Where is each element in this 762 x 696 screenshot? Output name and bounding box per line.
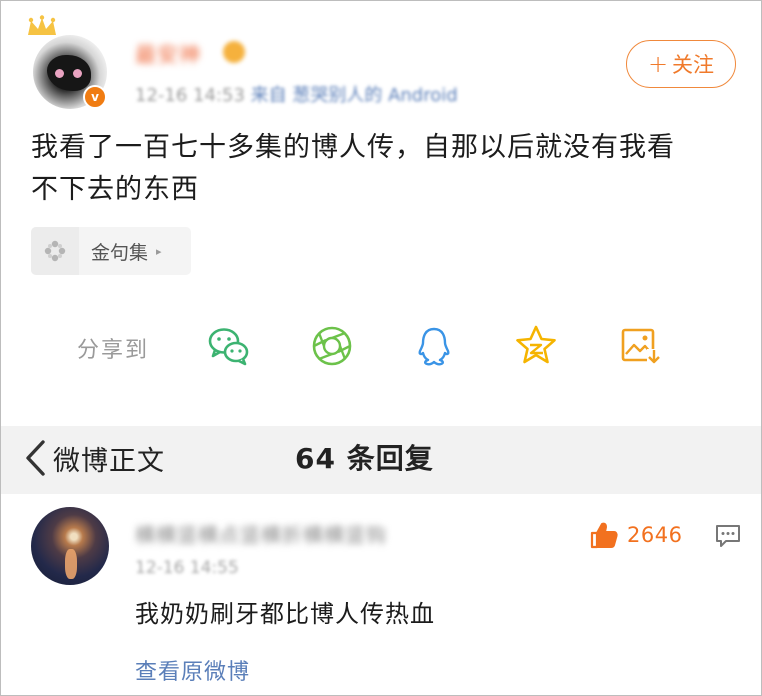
- share-label: 分享到: [77, 338, 150, 363]
- back-arrow-icon[interactable]: [23, 438, 49, 478]
- plus-icon: +: [647, 50, 669, 78]
- back-button-label[interactable]: 微博正文: [53, 439, 165, 478]
- qzone-icon[interactable]: [513, 323, 559, 369]
- thumbs-up-icon: [590, 522, 618, 549]
- view-original-post-link[interactable]: 查看原微博: [135, 654, 250, 686]
- nav-bar: 微博正文 64 条回复: [1, 426, 761, 494]
- save-image-icon[interactable]: [617, 323, 663, 369]
- commenter-avatar[interactable]: [31, 507, 109, 585]
- weibo-screen: v 最安神 12-16 14:53 来自 葱哭别人的 Android + 关注 …: [0, 0, 762, 696]
- commenter-username[interactable]: 横横竖横点竖横折横横竖钩: [135, 519, 387, 548]
- comment-timestamp: 12-16 14:55: [135, 558, 239, 578]
- post-timestamp: 12-16 14:53: [135, 85, 245, 106]
- like-count: 2646: [627, 523, 683, 547]
- crown-icon: [28, 15, 56, 35]
- qq-icon[interactable]: [411, 323, 457, 369]
- post-text: 我看了一百七十多集的博人传，自那以后就没有我看 不下去的东西: [31, 132, 675, 205]
- wechat-icon[interactable]: [206, 323, 252, 369]
- post-meta: 12-16 14:53 来自 葱哭别人的 Android: [135, 81, 458, 107]
- verified-badge: v: [83, 85, 107, 109]
- post-source[interactable]: 来自 葱哭别人的 Android: [251, 85, 458, 106]
- topic-label: 金句集: [91, 241, 149, 264]
- topic-icon: [31, 227, 79, 275]
- follow-button[interactable]: + 关注: [626, 40, 736, 88]
- moments-icon[interactable]: [309, 323, 355, 369]
- comment-text: 我奶奶刷牙都比博人传热血: [135, 600, 435, 628]
- topic-chip[interactable]: 金句集 ▸: [31, 227, 191, 275]
- chevron-right-icon: ▸: [156, 244, 162, 258]
- member-badge-icon: [223, 41, 245, 63]
- like-button[interactable]: 2646: [589, 520, 682, 550]
- comment-reply-icon[interactable]: [714, 523, 742, 549]
- follow-label: 关注: [672, 53, 715, 77]
- page-title: 64 条回复: [295, 442, 434, 475]
- poster-username[interactable]: 最安神: [135, 39, 201, 69]
